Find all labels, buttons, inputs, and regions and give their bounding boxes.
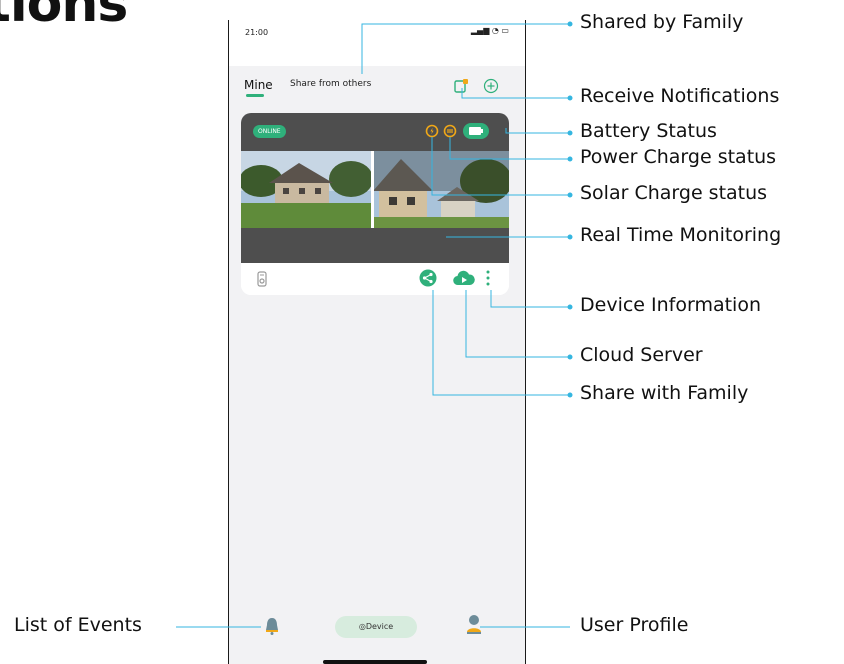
- bottom-navigation: ◎Device: [229, 602, 525, 652]
- callout-share-with-family: Share with Family: [580, 382, 749, 404]
- add-device-icon[interactable]: [483, 78, 499, 94]
- share-icon[interactable]: [419, 269, 437, 287]
- doorbell-icon: [257, 271, 267, 287]
- device-card[interactable]: ONLINE: [241, 113, 509, 295]
- status-bar: 21:00 ▂▄▆ ◔ ▭: [229, 20, 525, 66]
- tab-share-from-others[interactable]: Share from others: [290, 79, 371, 89]
- battery-icon: [463, 123, 489, 139]
- callout-cloud-server: Cloud Server: [580, 344, 703, 366]
- solar-charge-icon: [425, 124, 439, 138]
- active-tab-indicator: [246, 94, 264, 97]
- callout-device-information: Device Information: [580, 294, 762, 316]
- callout-receive-notifications: Receive Notifications: [580, 85, 780, 107]
- callout-user-profile: User Profile: [580, 614, 689, 636]
- system-status-icons: ▂▄▆ ◔ ▭: [470, 26, 509, 35]
- tab-mine[interactable]: Mine: [244, 78, 273, 92]
- tab-bar: Mine Share from others: [229, 66, 525, 104]
- home-indicator: [323, 660, 427, 664]
- clock: 21:00: [245, 28, 269, 37]
- camera-icon: ◎: [358, 622, 366, 631]
- online-status-badge: ONLINE: [253, 125, 286, 138]
- bell-icon[interactable]: [263, 616, 281, 636]
- callout-solar-charge-status: Solar Charge status: [580, 182, 768, 204]
- callout-power-charge-status: Power Charge status: [580, 146, 777, 168]
- device-tab[interactable]: ◎Device: [335, 616, 417, 638]
- phone-screen: 21:00 ▂▄▆ ◔ ▭ Mine Share from others ONL…: [228, 20, 526, 664]
- callout-battery-status: Battery Status: [580, 120, 717, 142]
- camera-live-view[interactable]: [241, 151, 509, 228]
- callout-shared-by-family: Shared by Family: [580, 11, 744, 33]
- cloud-play-icon[interactable]: [453, 270, 475, 286]
- notifications-icon[interactable]: [453, 78, 469, 94]
- callout-real-time-monitoring: Real Time Monitoring: [580, 224, 782, 246]
- card-header: ONLINE: [241, 113, 509, 151]
- live-view-status-strip: [241, 228, 509, 263]
- power-charge-icon: [443, 124, 457, 138]
- device-tab-label: Device: [365, 622, 394, 631]
- page-heading: tions: [0, 0, 128, 34]
- callout-list-of-events: List of Events: [14, 614, 142, 636]
- user-profile-icon[interactable]: [465, 614, 483, 636]
- more-options-icon[interactable]: [485, 269, 491, 287]
- card-action-bar: [241, 263, 509, 295]
